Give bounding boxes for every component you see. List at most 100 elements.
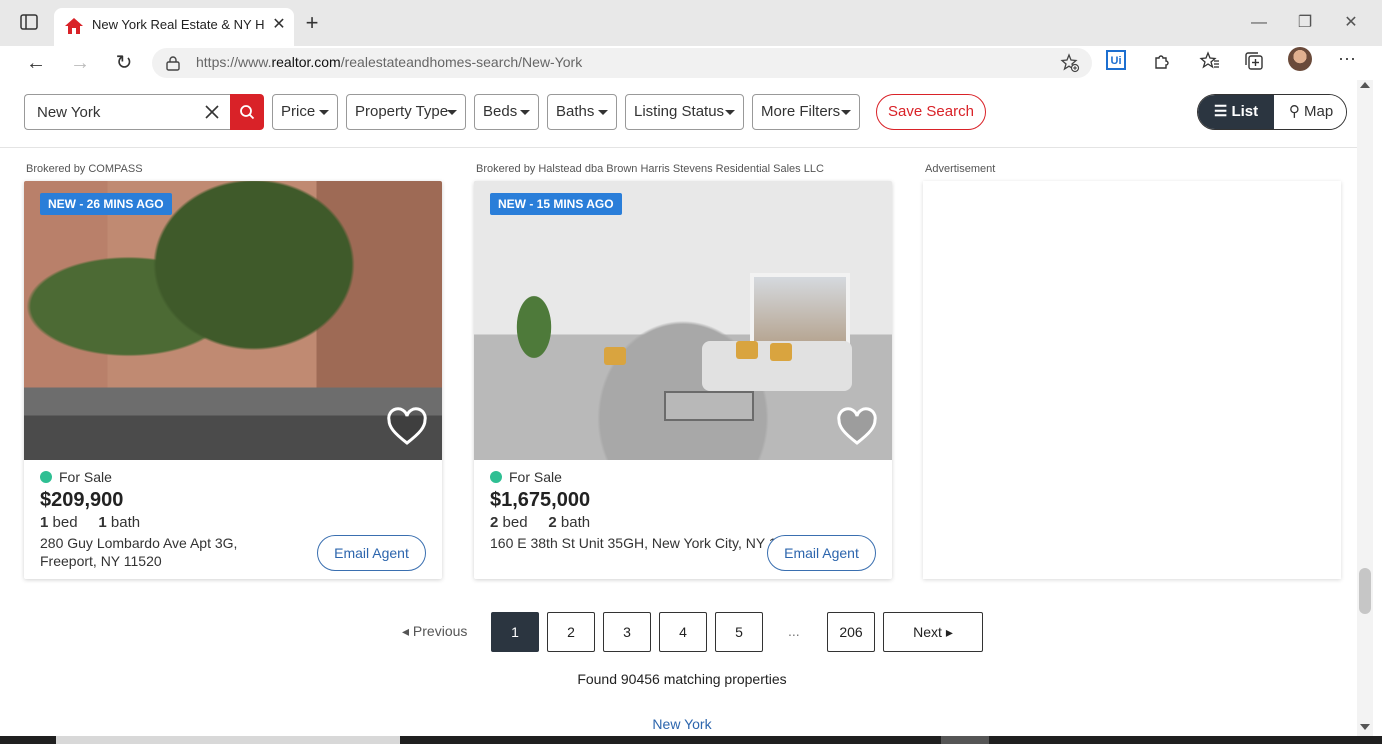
chevron-down-icon xyxy=(725,110,735,115)
extensions-icon[interactable] xyxy=(1150,50,1172,72)
listing-price: $1,675,000 xyxy=(490,489,591,511)
city-link[interactable]: New York xyxy=(0,716,1357,732)
listing-address[interactable]: 280 Guy Lombardo Ave Apt 3G, Freeport, NY… xyxy=(40,534,300,570)
back-icon[interactable]: ← xyxy=(22,50,50,76)
lock-icon[interactable] xyxy=(166,55,180,71)
email-agent-button[interactable]: Email Agent xyxy=(317,535,426,571)
status-dot xyxy=(490,471,502,483)
map-view-label: Map xyxy=(1303,103,1334,120)
page-button-1[interactable]: 1 xyxy=(491,612,539,652)
listing-beds-baths: 1 bed 1 bath xyxy=(40,514,141,531)
advertisement-slot xyxy=(923,181,1341,579)
chevron-down-icon xyxy=(520,110,530,115)
reload-icon[interactable]: ↻ xyxy=(110,50,138,76)
address-bar[interactable]: https://www.realtor.com/realestateandhom… xyxy=(152,48,1092,78)
view-toggle: ☰ List ⚲ Map xyxy=(1197,94,1347,130)
page-button-5[interactable]: 5 xyxy=(715,612,763,652)
map-view-button[interactable]: ⚲ Map xyxy=(1274,95,1346,129)
search-button[interactable] xyxy=(230,94,264,130)
browser-tab[interactable]: New York Real Estate & NY Homes For Sale… xyxy=(54,8,294,46)
more-filters-button[interactable]: More Filters xyxy=(752,94,860,130)
scroll-thumb[interactable] xyxy=(1359,568,1371,614)
tab-actions-icon[interactable] xyxy=(20,14,40,32)
page-button-3[interactable]: 3 xyxy=(603,612,651,652)
baths-filter-label: Baths xyxy=(556,103,595,120)
page-button-4[interactable]: 4 xyxy=(659,612,707,652)
chevron-down-icon xyxy=(319,110,329,115)
listing-beds-baths: 2 bed 2 bath xyxy=(490,514,591,531)
previous-page-button[interactable]: ◂ Previous xyxy=(402,623,467,640)
search-icon xyxy=(240,105,255,120)
listing-status-filter-label: Listing Status xyxy=(634,103,725,120)
taskbar-search[interactable] xyxy=(56,736,400,744)
status-dot xyxy=(40,471,52,483)
location-search-input[interactable]: New York xyxy=(24,94,230,130)
page-scrollbar[interactable] xyxy=(1357,80,1373,736)
listing-status: For Sale xyxy=(59,469,112,485)
save-search-button[interactable]: Save Search xyxy=(876,94,986,130)
close-window-icon[interactable]: ✕ xyxy=(1338,12,1364,36)
property-type-filter-button[interactable]: Property Type xyxy=(346,94,466,130)
listing-card[interactable]: NEW - 15 MINS AGO For Sale $1,675,000 2 … xyxy=(474,181,892,579)
beds-filter-button[interactable]: Beds xyxy=(474,94,539,130)
price-filter-label: Price xyxy=(281,103,316,120)
map-pin-icon: ⚲ xyxy=(1288,103,1304,120)
search-filter-bar: New York Price Property Type Beds Baths … xyxy=(0,80,1357,148)
forward-icon[interactable]: → xyxy=(66,50,94,76)
restore-icon[interactable]: ❐ xyxy=(1292,12,1318,36)
new-listing-badge: NEW - 15 MINS AGO xyxy=(490,193,622,215)
save-favorite-heart-icon[interactable] xyxy=(386,407,428,447)
more-filters-label: More Filters xyxy=(761,103,841,120)
broker-label: Brokered by COMPASS xyxy=(26,163,143,175)
baths-filter-button[interactable]: Baths xyxy=(547,94,617,130)
broker-label: Brokered by Halstead dba Brown Harris St… xyxy=(476,163,824,175)
list-view-label: List xyxy=(1231,103,1259,120)
save-favorite-heart-icon[interactable] xyxy=(836,407,878,447)
price-filter-button[interactable]: Price xyxy=(272,94,338,130)
list-view-button[interactable]: ☰ List xyxy=(1198,95,1274,129)
listing-status: For Sale xyxy=(509,469,562,485)
more-menu-icon[interactable]: ··· xyxy=(1336,49,1358,72)
url-text: https://www.realtor.com/realestateandhom… xyxy=(196,54,583,70)
realtor-favicon-icon xyxy=(64,16,84,36)
pagination-ellipsis: ... xyxy=(788,623,800,639)
email-agent-button[interactable]: Email Agent xyxy=(767,535,876,571)
new-listing-badge: NEW - 26 MINS AGO xyxy=(40,193,172,215)
scroll-up-icon[interactable] xyxy=(1360,82,1370,88)
beds-filter-label: Beds xyxy=(483,103,518,120)
listing-address[interactable]: 160 E 38th St Unit 35GH, New York City, … xyxy=(490,534,780,552)
minimize-icon[interactable]: — xyxy=(1246,12,1272,36)
results-count: Found 90456 matching properties xyxy=(577,671,787,687)
browser-tab-bar: New York Real Estate & NY Homes For Sale… xyxy=(0,0,1382,46)
listing-photo[interactable] xyxy=(24,181,442,460)
search-value: New York xyxy=(37,104,101,121)
next-page-button[interactable]: Next ▸ xyxy=(883,612,983,652)
listing-card[interactable]: NEW - 26 MINS AGO For Sale $209,900 1 be… xyxy=(24,181,442,579)
profile-avatar[interactable] xyxy=(1288,47,1312,71)
clear-search-icon[interactable] xyxy=(203,103,221,121)
new-tab-icon[interactable]: + xyxy=(300,12,324,36)
tab-title: New York Real Estate & NY Homes For Sale xyxy=(92,17,264,32)
pagination: ◂ Previous 1 2 3 4 5 ... 206 Next ▸ xyxy=(0,612,1357,652)
advertisement-label: Advertisement xyxy=(925,163,996,175)
collections-icon[interactable] xyxy=(1243,50,1265,72)
page-button-last[interactable]: 206 xyxy=(827,612,875,652)
page-content: New York Price Property Type Beds Baths … xyxy=(0,80,1357,736)
page-button-2[interactable]: 2 xyxy=(547,612,595,652)
listing-status-filter-button[interactable]: Listing Status xyxy=(625,94,744,130)
chevron-down-icon xyxy=(447,110,457,115)
os-taskbar xyxy=(0,736,1382,744)
list-icon: ☰ xyxy=(1213,103,1232,120)
chevron-down-icon xyxy=(841,110,851,115)
add-favorite-icon[interactable] xyxy=(1060,53,1080,73)
scroll-down-icon[interactable] xyxy=(1360,724,1370,730)
uipath-extension-icon[interactable]: Ui xyxy=(1106,50,1126,70)
listing-photo[interactable] xyxy=(474,181,892,460)
property-type-filter-label: Property Type xyxy=(355,103,449,120)
listing-price: $209,900 xyxy=(40,489,124,511)
taskbar-app[interactable] xyxy=(941,736,989,744)
browser-toolbar: ← → ↻ https://www.realtor.com/realestate… xyxy=(0,46,1382,80)
favorites-icon[interactable] xyxy=(1199,50,1221,72)
chevron-down-icon xyxy=(598,110,608,115)
tab-close-icon[interactable]: ✕ xyxy=(270,16,288,34)
